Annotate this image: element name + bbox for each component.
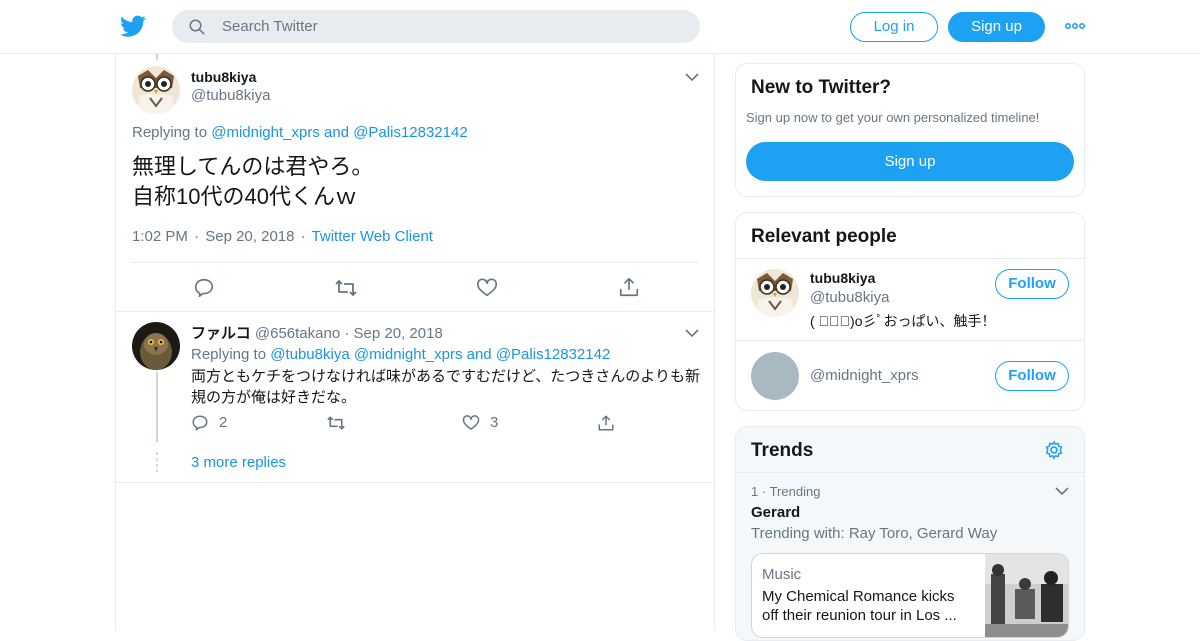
avatar[interactable] bbox=[751, 269, 799, 317]
user-handle[interactable]: @656takano bbox=[255, 325, 340, 342]
reply-header: ファルコ @656takano · Sep 20, 2018 bbox=[191, 322, 701, 343]
search-icon bbox=[189, 19, 205, 35]
trend-context: 1 · Trending bbox=[751, 484, 820, 499]
retweet-icon[interactable] bbox=[326, 414, 346, 432]
follow-button[interactable]: Follow bbox=[995, 361, 1069, 391]
more-replies-link[interactable]: 3 more replies bbox=[191, 454, 286, 471]
thread-dotted-line bbox=[156, 452, 158, 472]
more-options-icon[interactable] bbox=[1064, 18, 1086, 34]
follow-button[interactable]: Follow bbox=[995, 269, 1069, 299]
card-title: New to Twitter? bbox=[751, 77, 892, 98]
avatar[interactable] bbox=[132, 66, 180, 114]
share-icon[interactable] bbox=[597, 414, 615, 432]
mention-link[interactable]: @tubu8kiya bbox=[270, 346, 349, 363]
reply-count: 2 bbox=[219, 414, 228, 431]
divider bbox=[736, 472, 1084, 473]
reply-body: ファルコ @656takano · Sep 20, 2018 Replying … bbox=[191, 322, 701, 408]
tweet-source-link[interactable]: Twitter Web Client bbox=[312, 228, 433, 245]
share-icon[interactable] bbox=[618, 276, 640, 298]
sidebar-signup-button[interactable]: Sign up bbox=[746, 142, 1074, 181]
trend-media-card[interactable]: Music My Chemical Romance kicks off thei… bbox=[751, 553, 1069, 638]
thread-line bbox=[156, 54, 158, 60]
trend-name[interactable]: Gerard bbox=[751, 504, 800, 521]
tweet-text-line: 無理してんのは君やろ。 bbox=[132, 154, 374, 179]
top-navigation-bar: Log in Sign up bbox=[0, 0, 1200, 54]
news-photo-thumbnail bbox=[985, 554, 1068, 637]
separator-dot: · bbox=[344, 325, 350, 342]
like-count: 3 bbox=[490, 414, 499, 431]
retweet-icon[interactable] bbox=[334, 277, 358, 299]
like-heart-icon[interactable] bbox=[476, 277, 498, 299]
tweet-time[interactable]: 1:02 PM bbox=[132, 228, 188, 245]
mention-link[interactable]: @midnight_xprs bbox=[211, 124, 320, 141]
tweet-date[interactable]: Sep 20, 2018 bbox=[205, 228, 294, 245]
card-headline: My Chemical Romance kicks off their reun… bbox=[762, 588, 957, 624]
conversation-timeline: tubu8kiya @tubu8kiya Replying to @midnig… bbox=[115, 54, 715, 630]
thread-line bbox=[156, 372, 158, 442]
separator-dot: · bbox=[300, 228, 306, 245]
replying-prefix: Replying to bbox=[132, 124, 208, 141]
reply-icon[interactable] bbox=[193, 277, 215, 299]
user-handle[interactable]: @tubu8kiya bbox=[810, 289, 996, 306]
user-bio: ( ﾟ∀ﾟ)o彡ﾟおっぱい、触手！ bbox=[810, 313, 996, 329]
divider bbox=[736, 340, 1084, 341]
settings-gear-icon[interactable] bbox=[1044, 440, 1064, 460]
avatar[interactable] bbox=[132, 322, 180, 370]
replying-to: Replying to @midnight_xprs and @Palis128… bbox=[132, 124, 468, 141]
signup-button[interactable]: Sign up bbox=[948, 12, 1045, 42]
twitter-bird-icon[interactable] bbox=[119, 13, 147, 39]
separator-dot: · bbox=[194, 228, 200, 245]
falcon-avatar-image bbox=[132, 322, 180, 370]
relevant-people-card: Relevant people tubu8kiya @tubu8kiya ( ﾟ… bbox=[735, 212, 1085, 411]
divider bbox=[116, 311, 714, 312]
search-box[interactable] bbox=[172, 10, 700, 43]
search-input[interactable] bbox=[222, 10, 682, 43]
divider bbox=[116, 482, 714, 483]
display-name[interactable]: tubu8kiya bbox=[810, 270, 996, 286]
tweet-author[interactable]: tubu8kiya @tubu8kiya bbox=[191, 69, 270, 104]
trend-rank: 1 bbox=[751, 484, 759, 499]
display-name[interactable]: ファルコ bbox=[191, 325, 251, 342]
like-heart-icon[interactable] bbox=[462, 414, 480, 432]
card-title: Relevant people bbox=[751, 226, 897, 247]
person-info: tubu8kiya @tubu8kiya ( ﾟ∀ﾟ)o彡ﾟおっぱい、触手！ bbox=[810, 270, 996, 331]
card-subtitle: Sign up now to get your own personalized… bbox=[746, 110, 1040, 125]
owl-avatar-image bbox=[132, 66, 180, 114]
display-name[interactable]: tubu8kiya bbox=[191, 69, 270, 85]
new-to-twitter-card: New to Twitter? Sign up now to get your … bbox=[735, 63, 1085, 197]
user-handle[interactable]: @midnight_xprs bbox=[810, 367, 919, 384]
card-title: Trends bbox=[751, 440, 814, 461]
tweet-metadata: 1:02 PM · Sep 20, 2018 · Twitter Web Cli… bbox=[132, 228, 433, 245]
separator-dot: · bbox=[761, 484, 767, 499]
trending-with: Trending with: Ray Toro, Gerard Way bbox=[751, 525, 998, 542]
tweet-actions bbox=[131, 262, 699, 312]
divider bbox=[736, 258, 1084, 259]
login-button[interactable]: Log in bbox=[850, 12, 938, 42]
trend-label: Trending bbox=[769, 484, 821, 499]
trends-card: Trends 1 · Trending Gerard Trending with… bbox=[735, 426, 1085, 641]
person-info: @midnight_xprs bbox=[810, 367, 919, 384]
replying-to: Replying to @tubu8kiya @midnight_xprs an… bbox=[191, 346, 701, 363]
default-avatar[interactable] bbox=[751, 352, 799, 400]
card-category: Music bbox=[762, 566, 802, 583]
owl-avatar-image bbox=[751, 269, 799, 317]
mention-link[interactable]: @Palis12832142 bbox=[496, 346, 610, 363]
tweet-text: 両方ともケチをつけなければ味があるですむだけど、たつきさんのよりも新規の方が俺は… bbox=[191, 368, 700, 406]
tweet-date[interactable]: Sep 20, 2018 bbox=[354, 325, 443, 342]
chevron-down-icon[interactable] bbox=[685, 328, 699, 338]
tweet-text-line: 自称10代の40代くんｗ bbox=[132, 184, 357, 209]
chevron-down-icon[interactable] bbox=[1055, 486, 1069, 496]
mention-link[interactable]: @Palis12832142 bbox=[353, 124, 467, 141]
mention-link[interactable]: @midnight_xprs bbox=[354, 346, 463, 363]
tweet-text: 無理してんのは君やろ。 自称10代の40代くんｗ bbox=[132, 152, 373, 212]
user-handle[interactable]: @tubu8kiya bbox=[191, 87, 270, 104]
reply-icon[interactable] bbox=[191, 414, 209, 432]
replying-prefix: Replying to bbox=[191, 346, 267, 363]
replying-and: and bbox=[324, 124, 350, 141]
replying-and: and bbox=[466, 346, 492, 363]
chevron-down-icon[interactable] bbox=[685, 72, 699, 82]
